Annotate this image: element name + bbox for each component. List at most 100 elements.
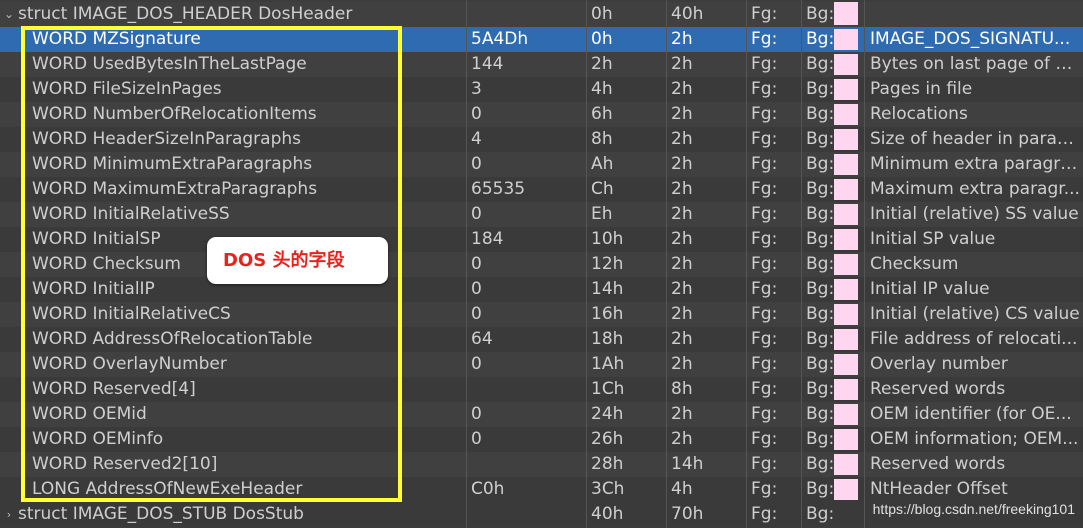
row-fg: Fg: <box>751 104 778 124</box>
row-comment: Minimum extra paragra... <box>870 154 1080 174</box>
column-divider <box>586 0 587 528</box>
row-comment: Initial (relative) CS value <box>870 304 1080 324</box>
row-bg: Bg: <box>806 204 834 224</box>
row-fg: Fg: <box>751 29 778 49</box>
watermark: https://blog.csdn.net/freeking101 <box>872 501 1075 517</box>
row-start: 16h <box>591 304 624 324</box>
row-bg: Bg: <box>806 454 834 474</box>
row-bg: Bg: <box>806 504 834 524</box>
column-divider <box>466 0 467 528</box>
row-value: 3 <box>471 79 482 99</box>
row-comment: File address of relocati... <box>870 329 1078 349</box>
bg-color-swatch[interactable] <box>834 354 858 375</box>
bg-color-swatch[interactable] <box>834 79 858 100</box>
row-comment: Initial IP value <box>870 279 990 299</box>
row-bg: Bg: <box>806 354 834 374</box>
row-value: 0 <box>471 429 482 449</box>
row-size: 8h <box>671 379 693 399</box>
row-value: 184 <box>471 229 504 249</box>
row-comment: Reserved words <box>870 379 1006 399</box>
bg-color-swatch[interactable] <box>834 204 858 225</box>
row-size: 14h <box>671 454 704 474</box>
row-value: 0 <box>471 304 482 324</box>
row-value <box>471 452 586 477</box>
collapse-chevron-icon[interactable]: ⌄ <box>3 2 15 27</box>
row-size: 2h <box>671 79 693 99</box>
row-fg: Fg: <box>751 329 778 349</box>
row-bg: Bg: <box>806 29 834 49</box>
row-start: 3Ch <box>591 479 625 499</box>
bg-color-swatch[interactable] <box>834 304 858 325</box>
row-fg: Fg: <box>751 354 778 374</box>
row-fg: Fg: <box>751 154 778 174</box>
row-value: 64 <box>471 329 493 349</box>
row-size: 2h <box>671 204 693 224</box>
bg-color-swatch[interactable] <box>834 54 858 75</box>
row-start: 1Ch <box>591 379 625 399</box>
bg-color-swatch[interactable] <box>834 479 858 500</box>
row-start: 14h <box>591 279 624 299</box>
column-divider <box>666 0 667 528</box>
row-bg: Bg: <box>806 54 834 74</box>
row-start: 1Ah <box>591 354 625 374</box>
bg-color-swatch[interactable] <box>834 229 858 250</box>
row-start: 24h <box>591 404 624 424</box>
bg-color-swatch[interactable] <box>834 329 858 350</box>
row-name: struct IMAGE_DOS_HEADER DosHeader <box>18 4 353 24</box>
bg-color-swatch[interactable] <box>834 29 858 50</box>
row-fg: Fg: <box>751 379 778 399</box>
bg-color-swatch[interactable] <box>834 104 858 125</box>
row-bg: Bg: <box>806 4 834 24</box>
bg-color-swatch[interactable] <box>834 129 858 150</box>
row-start: 28h <box>591 454 624 474</box>
bg-color-swatch[interactable] <box>834 279 858 300</box>
header-struct-row[interactable]: ⌄ struct IMAGE_DOS_HEADER DosHeader 0h 4… <box>0 2 1083 27</box>
row-start: 2h <box>591 54 613 74</box>
row-fg: Fg: <box>751 404 778 424</box>
row-value <box>471 377 586 402</box>
bg-color-swatch[interactable] <box>834 179 858 200</box>
bg-color-swatch[interactable] <box>834 404 858 425</box>
row-fg: Fg: <box>751 279 778 299</box>
row-start: 6h <box>591 104 613 124</box>
annotation-callout: DOS 头的字段 <box>207 237 388 284</box>
row-size: 2h <box>671 329 693 349</box>
row-start: Eh <box>591 204 613 224</box>
row-size: 2h <box>671 279 693 299</box>
row-size: 40h <box>671 4 704 24</box>
row-size: 2h <box>671 179 693 199</box>
row-bg: Bg: <box>806 254 834 274</box>
row-comment: NtHeader Offset <box>870 479 1008 499</box>
row-start: 0h <box>591 4 613 24</box>
row-value: C0h <box>471 479 505 499</box>
row-start: 12h <box>591 254 624 274</box>
expand-chevron-icon[interactable]: › <box>3 502 15 527</box>
row-comment: OEM identifier (for OE... <box>870 404 1072 424</box>
row-value: 0 <box>471 404 482 424</box>
bg-color-swatch[interactable] <box>834 254 858 275</box>
row-fg: Fg: <box>751 479 778 499</box>
row-bg: Bg: <box>806 379 834 399</box>
row-start: 10h <box>591 229 624 249</box>
row-bg: Bg: <box>806 129 834 149</box>
row-comment: Relocations <box>870 104 968 124</box>
bg-color-swatch[interactable] <box>834 379 858 400</box>
row-value: 144 <box>471 54 504 74</box>
bg-color-swatch[interactable] <box>834 429 858 450</box>
row-bg: Bg: <box>806 154 834 174</box>
row-size: 2h <box>671 29 693 49</box>
row-fg: Fg: <box>751 54 778 74</box>
row-size: 2h <box>671 404 693 424</box>
bg-color-swatch[interactable] <box>834 154 858 175</box>
row-size: 2h <box>671 229 693 249</box>
row-size: 2h <box>671 104 693 124</box>
row-value: 5A4Dh <box>471 29 529 49</box>
row-bg: Bg: <box>806 279 834 299</box>
row-bg: Bg: <box>806 104 834 124</box>
row-comment: Overlay number <box>870 354 1008 374</box>
bg-color-swatch[interactable] <box>834 454 858 475</box>
row-value: 0 <box>471 354 482 374</box>
row-start: Ch <box>591 179 614 199</box>
bg-color-swatch[interactable] <box>834 2 858 25</box>
row-size: 2h <box>671 354 693 374</box>
